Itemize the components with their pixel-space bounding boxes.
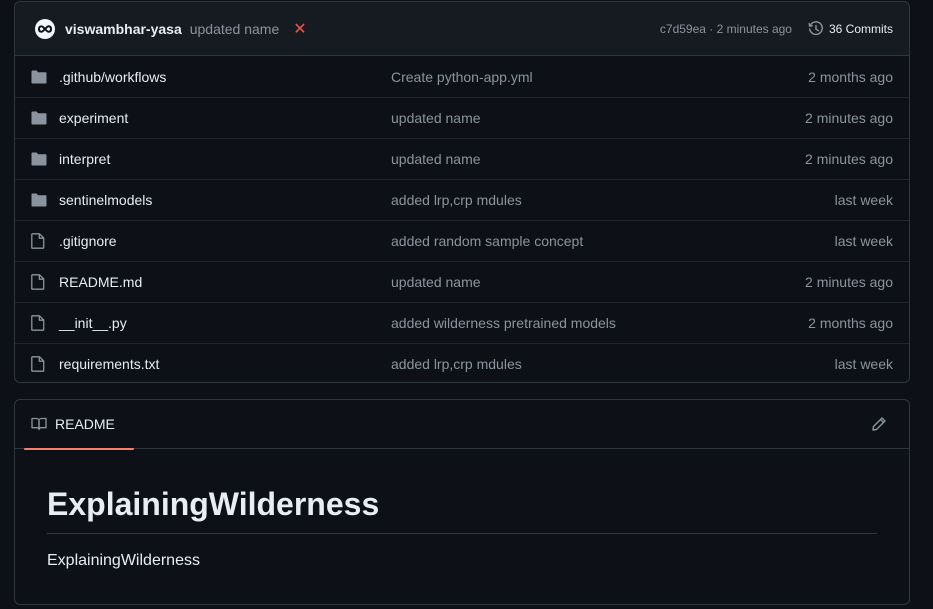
commit-author-link[interactable]: viswambhar-yasa bbox=[65, 21, 182, 37]
history-icon bbox=[808, 20, 823, 35]
file-commit-message-link[interactable]: updated name bbox=[391, 151, 805, 167]
tab-readme[interactable]: README bbox=[24, 400, 134, 450]
file-icon bbox=[31, 315, 45, 331]
file-list: .github/workflows Create python-app.yml 2 … bbox=[15, 56, 909, 382]
file-name-link[interactable]: .github/workflows bbox=[59, 69, 391, 85]
file-commit-time: last week bbox=[834, 192, 893, 208]
commits-count-label: 36 Commits bbox=[828, 21, 893, 36]
file-commit-time: 2 minutes ago bbox=[805, 274, 893, 290]
file-row[interactable]: sentinelmodels added lrp,crp mdules last w… bbox=[15, 179, 909, 220]
file-row[interactable]: interpret updated name 2 minutes ago bbox=[15, 138, 909, 179]
file-browser: viswambhar-yasa updated name ✕ c7d59ea ·… bbox=[14, 1, 910, 383]
commits-history-link[interactable]: 36 Commits bbox=[808, 20, 893, 37]
readme-tab-bar: README bbox=[15, 400, 909, 450]
file-name-link[interactable]: interpret bbox=[59, 151, 391, 167]
edit-readme-button[interactable] bbox=[871, 416, 887, 432]
file-commit-time: 2 months ago bbox=[808, 315, 893, 331]
readme-heading: ExplainingWilderness bbox=[47, 485, 877, 535]
file-icon-wrap bbox=[31, 356, 49, 372]
latest-commit-bar: viswambhar-yasa updated name ✕ c7d59ea ·… bbox=[15, 2, 909, 56]
check-failed-icon[interactable]: ✕ bbox=[293, 19, 306, 39]
infinity-icon bbox=[38, 24, 52, 33]
folder-icon-wrap bbox=[31, 69, 49, 85]
readme-panel: README ExplainingWilderness ExplainingWi… bbox=[14, 399, 910, 605]
file-commit-time: 2 minutes ago bbox=[805, 151, 893, 167]
file-commit-time: last week bbox=[834, 233, 893, 249]
pencil-icon bbox=[872, 417, 886, 431]
commit-sha-time[interactable]: c7d59ea · 2 minutes ago bbox=[660, 22, 792, 36]
file-row[interactable]: requirements.txt added lrp,crp mdules last… bbox=[15, 343, 909, 382]
file-row[interactable]: README.md updated name 2 minutes ago bbox=[15, 261, 909, 302]
folder-icon bbox=[31, 111, 47, 125]
file-icon bbox=[31, 356, 45, 372]
file-row[interactable]: .github/workflows Create python-app.yml 2 … bbox=[15, 56, 909, 97]
file-name-link[interactable]: .gitignore bbox=[59, 233, 391, 249]
file-commit-message-link[interactable]: updated name bbox=[391, 110, 805, 126]
file-name-link[interactable]: sentinelmodels bbox=[59, 192, 391, 208]
folder-icon bbox=[31, 152, 47, 166]
readme-content: ExplainingWilderness ExplainingWildernes… bbox=[15, 449, 909, 570]
file-commit-time: last week bbox=[834, 356, 893, 372]
file-name-link[interactable]: README.md bbox=[59, 274, 391, 290]
avatar[interactable] bbox=[35, 18, 55, 39]
readme-paragraph: ExplainingWilderness bbox=[47, 552, 200, 570]
file-commit-message-link[interactable]: added lrp,crp mdules bbox=[391, 192, 835, 208]
folder-icon-wrap bbox=[31, 192, 49, 208]
commit-message-link[interactable]: updated name bbox=[190, 21, 280, 37]
file-icon bbox=[31, 233, 45, 249]
file-icon-wrap bbox=[31, 233, 49, 249]
file-row[interactable]: .gitignore added random sample concept las… bbox=[15, 220, 909, 261]
file-commit-message-link[interactable]: added wilderness pretrained models bbox=[391, 315, 808, 331]
folder-icon-wrap bbox=[31, 151, 49, 167]
file-commit-message-link[interactable]: added lrp,crp mdules bbox=[391, 356, 835, 372]
file-row[interactable]: experiment updated name 2 minutes ago bbox=[15, 97, 909, 138]
file-commit-time: 2 minutes ago bbox=[805, 110, 893, 126]
file-name-link[interactable]: __init__.py bbox=[59, 315, 391, 331]
book-icon bbox=[31, 417, 47, 431]
file-commit-message-link[interactable]: updated name bbox=[391, 274, 805, 290]
file-row[interactable]: __init__.py added wilderness pretrained m… bbox=[15, 302, 909, 343]
file-icon-wrap bbox=[31, 274, 49, 290]
file-commit-message-link[interactable]: Create python-app.yml bbox=[391, 69, 808, 85]
folder-icon bbox=[31, 193, 47, 207]
file-name-link[interactable]: experiment bbox=[59, 110, 391, 126]
file-name-link[interactable]: requirements.txt bbox=[59, 356, 391, 372]
file-commit-time: 2 months ago bbox=[808, 68, 893, 85]
file-icon bbox=[31, 274, 45, 290]
folder-icon bbox=[31, 70, 47, 83]
folder-icon-wrap bbox=[31, 110, 49, 126]
file-commit-message-link[interactable]: added random sample concept bbox=[391, 233, 835, 249]
file-icon-wrap bbox=[31, 315, 49, 331]
tab-readme-label: README bbox=[55, 416, 115, 432]
